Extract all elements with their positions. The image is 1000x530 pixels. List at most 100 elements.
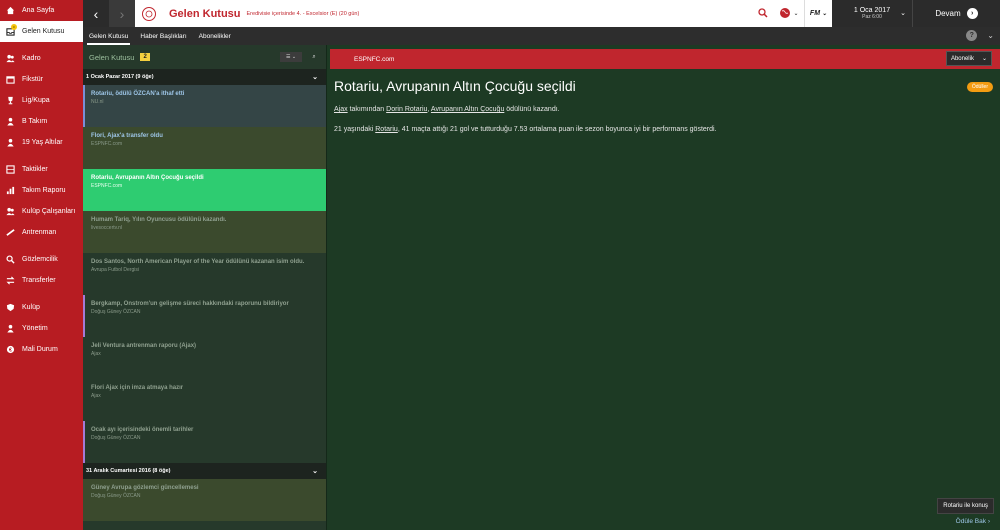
arrow-right-icon: ›	[966, 8, 978, 19]
sidebar-item-label: Taktikler	[22, 166, 48, 173]
chevron-down-icon: ⌄	[900, 10, 906, 17]
sidebar-item-tactics[interactable]: Taktikler	[0, 159, 83, 180]
message-source: ESPNFC.com	[91, 183, 123, 189]
club-icon	[6, 303, 15, 312]
view-award-link[interactable]: Ödüle Bak ›	[956, 518, 990, 525]
list-item[interactable]: Bergkamp, Onstrom'un gelişme süreci hakk…	[83, 295, 326, 337]
message-title: Humam Tariq, Yılın Oyuncusu ödülünü kaza…	[91, 217, 227, 223]
help-icon[interactable]: ?	[966, 30, 978, 41]
sidebar-item-transfers[interactable]: Transferler	[0, 270, 83, 291]
sidebar-item-label: Gelen Kutusu	[22, 28, 65, 35]
date-display[interactable]: 1 Oca 2017 Paz 6:00 ⌄	[832, 0, 912, 27]
article-body: Rotariu, Avrupanın Altın Çocuğu seçildi …	[334, 78, 994, 133]
player-link[interactable]: Dorin Rotariu	[386, 106, 427, 113]
club-link[interactable]: Ajax	[334, 106, 348, 113]
sidebar-item-fixtures[interactable]: Fikstür	[0, 69, 83, 90]
inbox-search-button[interactable]: ⌕	[308, 52, 320, 62]
subscribe-dropdown[interactable]: Abonelik ⌄	[945, 51, 992, 66]
list-item[interactable]: Dos Santos, North American Player of the…	[83, 253, 326, 295]
b-team-icon	[6, 117, 15, 126]
finances-icon: €	[6, 345, 15, 354]
message-source: NU.nl	[91, 99, 104, 105]
sidebar-item-finances[interactable]: € Mali Durum	[0, 339, 83, 360]
list-item[interactable]: Humam Tariq, Yılın Oyuncusu ödülünü kaza…	[83, 211, 326, 253]
chevron-right-icon: ›	[119, 5, 125, 22]
message-source: Avrupa Futbol Dergisi	[91, 267, 139, 273]
u19-icon	[6, 138, 15, 147]
svg-text:€: €	[9, 348, 12, 354]
sidebar-item-inbox[interactable]: • Gelen Kutusu	[0, 21, 83, 42]
notification-badge: •	[11, 24, 17, 30]
list-item[interactable]: Ocak ayı içerisindeki önemli tarihler Do…	[83, 421, 326, 463]
sidebar-item-squad[interactable]: Kadro	[0, 48, 83, 69]
list-item[interactable]: Flori Ajax için imza atmaya hazır Ajax	[83, 379, 326, 421]
home-icon	[6, 6, 15, 15]
squad-icon	[6, 54, 15, 63]
fm-menu-button[interactable]: FM ⌄	[804, 0, 832, 27]
chevron-down-icon: ⌄	[312, 468, 318, 475]
talk-to-player-button[interactable]: Rotariu ile konuş	[937, 498, 994, 514]
sidebar-item-board[interactable]: Yönetim	[0, 318, 83, 339]
text: , 41 maçta attığı 21 gol ve tutturduğu 7…	[397, 126, 717, 133]
tab-inbox[interactable]: Gelen Kutusu	[83, 27, 134, 45]
message-title: Ocak ayı içerisindeki önemli tarihler	[91, 427, 194, 433]
tab-news-headlines[interactable]: Haber Başlıkları	[134, 27, 192, 45]
group-label: 31 Aralık Cumartesi 2016 (8 öğe)	[86, 468, 171, 474]
group-header[interactable]: 31 Aralık Cumartesi 2016 (8 öğe) ⌄	[83, 463, 326, 479]
sidebar-item-label: 19 Yaş Altılar	[22, 139, 63, 146]
chevron-down-icon[interactable]: ⌄	[987, 31, 994, 40]
trophy-icon	[6, 96, 15, 105]
search-button[interactable]	[752, 0, 774, 27]
inbox-header-label: Gelen Kutusu	[89, 52, 135, 62]
tab-subscriptions[interactable]: Abonelikler	[193, 27, 237, 45]
sidebar-item-training[interactable]: Antrenman	[0, 222, 83, 243]
sidebar-item-u19[interactable]: 19 Yaş Altılar	[0, 132, 83, 153]
panel-divider	[326, 45, 327, 530]
list-item[interactable]: Jeli Ventura antrenman raporu (Ajax) Aja…	[83, 337, 326, 379]
message-source: Doğuş Güney ÖZCAN	[91, 493, 141, 499]
message-source: Ajax	[91, 393, 101, 399]
staff-icon	[6, 207, 15, 216]
subscribe-label: Abonelik	[950, 55, 974, 62]
tab-bar: Gelen Kutusu Haber Başlıkları Abonelikle…	[83, 27, 1000, 45]
chevron-right-icon: ›	[987, 518, 990, 525]
message-source: Ajax	[91, 351, 101, 357]
back-button[interactable]: ‹	[83, 0, 109, 27]
continue-button[interactable]: Devam ›	[912, 0, 1000, 27]
chevron-down-icon: ⌄	[793, 11, 799, 17]
text: ödülünü kazandı.	[504, 106, 560, 113]
list-item[interactable]: Rotariu, ödülü ÖZCAN'a ithaf etti NU.nl	[83, 85, 326, 127]
article-paragraph: 21 yaşındaki Rotariu, 41 maçta attığı 21…	[334, 126, 994, 133]
sidebar-item-home[interactable]: Ana Sayfa	[0, 0, 83, 21]
filter-button[interactable]: ☰ ⌄	[280, 52, 302, 62]
sidebar-item-club[interactable]: Kulüp	[0, 297, 83, 318]
forward-button[interactable]: ›	[109, 0, 135, 27]
text: 21 yaşındaki	[334, 126, 376, 133]
message-title: Flori Ajax için imza atmaya hazır	[91, 385, 184, 391]
sidebar-item-b-team[interactable]: B Takım	[0, 111, 83, 132]
search-icon: ⌕	[312, 53, 316, 60]
unread-count-badge: 2	[140, 53, 150, 61]
message-title: Dos Santos, North American Player of the…	[91, 259, 305, 265]
player-link[interactable]: Rotariu	[375, 126, 398, 133]
sidebar-item-label: Ana Sayfa	[22, 7, 55, 14]
sidebar-item-label: Gözlemcilik	[22, 256, 58, 263]
sidebar-item-scouting[interactable]: Gözlemcilik	[0, 249, 83, 270]
sidebar-item-label: Antrenman	[22, 229, 57, 236]
message-title: Flori, Ajax'a transfer oldu	[91, 133, 163, 139]
board-icon	[6, 324, 15, 333]
text: takımından	[347, 106, 387, 113]
sidebar-item-staff[interactable]: Kulüp Çalışanları	[0, 201, 83, 222]
sidebar-item-competitions[interactable]: Lig/Kupa	[0, 90, 83, 111]
inbox-list-header: Gelen Kutusu 2 ☰ ⌄ ⌕	[83, 45, 326, 69]
world-menu-button[interactable]: ⌄	[774, 0, 804, 27]
calendar-icon	[6, 75, 15, 84]
list-item[interactable]: Güney Avrupa gözlemci güncellemesi Doğuş…	[83, 479, 326, 521]
sidebar-item-team-report[interactable]: Takım Raporu	[0, 180, 83, 201]
list-item[interactable]: Flori, Ajax'a transfer oldu ESPNFC.com	[83, 127, 326, 169]
club-crest-icon[interactable]	[135, 0, 163, 27]
message-title: Jeli Ventura antrenman raporu (Ajax)	[91, 343, 197, 349]
award-link-inline[interactable]: Avrupanın Altın Çocuğu	[431, 106, 504, 113]
list-item-selected[interactable]: Rotariu, Avrupanın Altın Çocuğu seçildi …	[83, 169, 326, 211]
group-header[interactable]: 1 Ocak Pazar 2017 (9 öğe) ⌄	[83, 69, 326, 85]
